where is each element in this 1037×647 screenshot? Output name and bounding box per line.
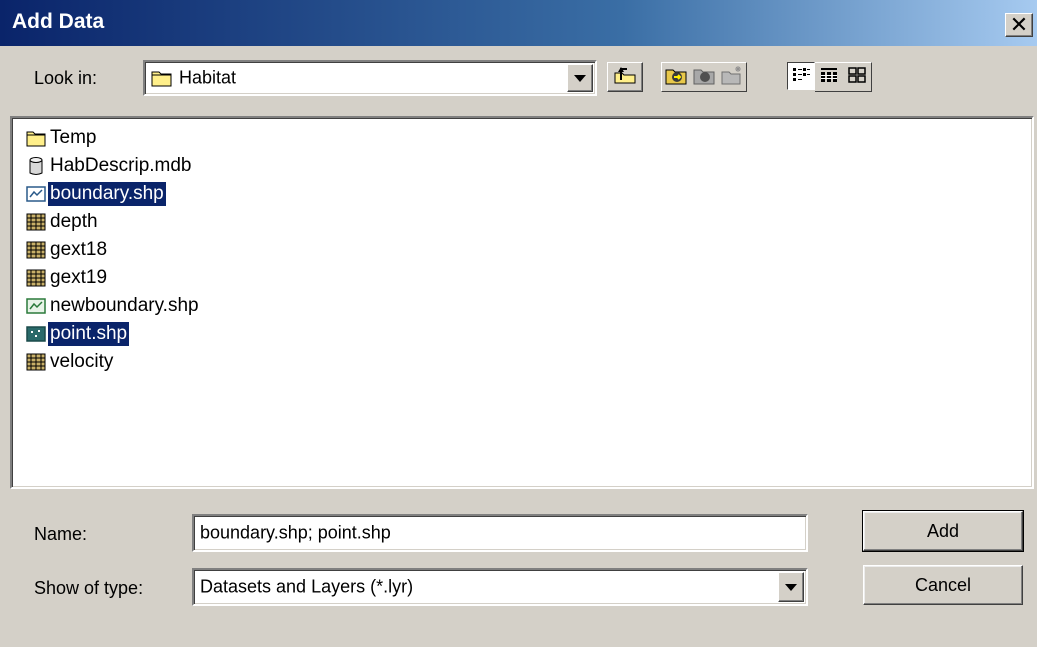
- line-shapefile-icon: [26, 184, 46, 204]
- up-folder-icon: [613, 65, 637, 90]
- folder-icon: [26, 128, 46, 148]
- new-folder-icon: [720, 64, 744, 91]
- disconnect-folder-icon: [692, 64, 716, 91]
- file-list[interactable]: Temp HabDescrip.mdb boundary.shp depth g…: [10, 116, 1034, 489]
- look-in-dropdown[interactable]: Habitat: [143, 60, 597, 96]
- details-view-icon: [819, 66, 839, 89]
- list-item-label: Temp: [50, 127, 97, 148]
- disconnect-folder-button[interactable]: [690, 62, 718, 92]
- add-button[interactable]: Add: [862, 510, 1024, 552]
- show-of-type-value: Datasets and Layers (*.lyr): [200, 576, 414, 597]
- window-title: Add Data: [12, 10, 105, 33]
- list-item[interactable]: boundary.shp: [26, 180, 166, 208]
- chevron-down-icon: [574, 74, 586, 82]
- database-icon: [26, 156, 46, 176]
- connection-toolbar: [661, 62, 747, 92]
- raster-icon: [26, 268, 46, 288]
- raster-icon: [26, 240, 46, 260]
- look-in-dropdown-button[interactable]: [567, 64, 593, 92]
- cancel-button[interactable]: Cancel: [863, 565, 1023, 605]
- list-item-label: newboundary.shp: [50, 295, 199, 316]
- list-item[interactable]: Temp: [26, 124, 98, 152]
- thumbnails-view-icon: [847, 66, 867, 89]
- list-item-label: gext18: [50, 239, 108, 260]
- list-item[interactable]: newboundary.shp: [26, 292, 201, 320]
- list-item[interactable]: HabDescrip.mdb: [26, 152, 194, 180]
- list-item[interactable]: point.shp: [26, 320, 130, 348]
- look-in-value: Habitat: [179, 67, 237, 88]
- chevron-down-icon: [785, 583, 797, 591]
- list-item-label: boundary.shp: [48, 182, 166, 206]
- show-of-type-dropdown-button[interactable]: [778, 572, 804, 602]
- view-toolbar: [787, 62, 872, 92]
- name-input-value: boundary.shp; point.shp: [200, 522, 391, 543]
- list-item[interactable]: velocity: [26, 348, 115, 376]
- list-item-label: gext19: [50, 267, 108, 288]
- raster-icon: [26, 352, 46, 372]
- show-of-type-label: Show of type:: [34, 578, 144, 598]
- title-bar: Add Data ✕: [0, 0, 1037, 46]
- list-item[interactable]: depth: [26, 208, 100, 236]
- name-input[interactable]: boundary.shp; point.shp: [192, 514, 808, 552]
- list-item-label: velocity: [50, 351, 114, 372]
- list-item-label: point.shp: [48, 322, 130, 346]
- raster-icon: [26, 212, 46, 232]
- list-item[interactable]: gext18: [26, 236, 109, 264]
- details-view-button[interactable]: [815, 62, 843, 92]
- thumbnails-view-button[interactable]: [843, 62, 872, 92]
- list-item-label: depth: [50, 211, 98, 232]
- line-shapefile-icon: [26, 296, 46, 316]
- up-one-level-button[interactable]: [607, 62, 643, 92]
- connect-folder-icon: [664, 64, 688, 91]
- list-item-label: HabDescrip.mdb: [50, 155, 192, 176]
- list-view-icon: [791, 65, 811, 88]
- close-button[interactable]: ✕: [1005, 13, 1033, 37]
- connect-folder-button[interactable]: [661, 62, 690, 92]
- look-in-label: Look in:: [34, 68, 98, 88]
- point-shapefile-icon: [26, 324, 46, 344]
- list-item[interactable]: gext19: [26, 264, 109, 292]
- name-label: Name:: [34, 524, 88, 544]
- show-of-type-dropdown[interactable]: Datasets and Layers (*.lyr): [192, 568, 808, 606]
- close-icon: ✕: [1009, 12, 1029, 37]
- folder-icon: [151, 68, 173, 93]
- list-view-button[interactable]: [787, 62, 815, 90]
- new-folder-button[interactable]: [718, 62, 747, 92]
